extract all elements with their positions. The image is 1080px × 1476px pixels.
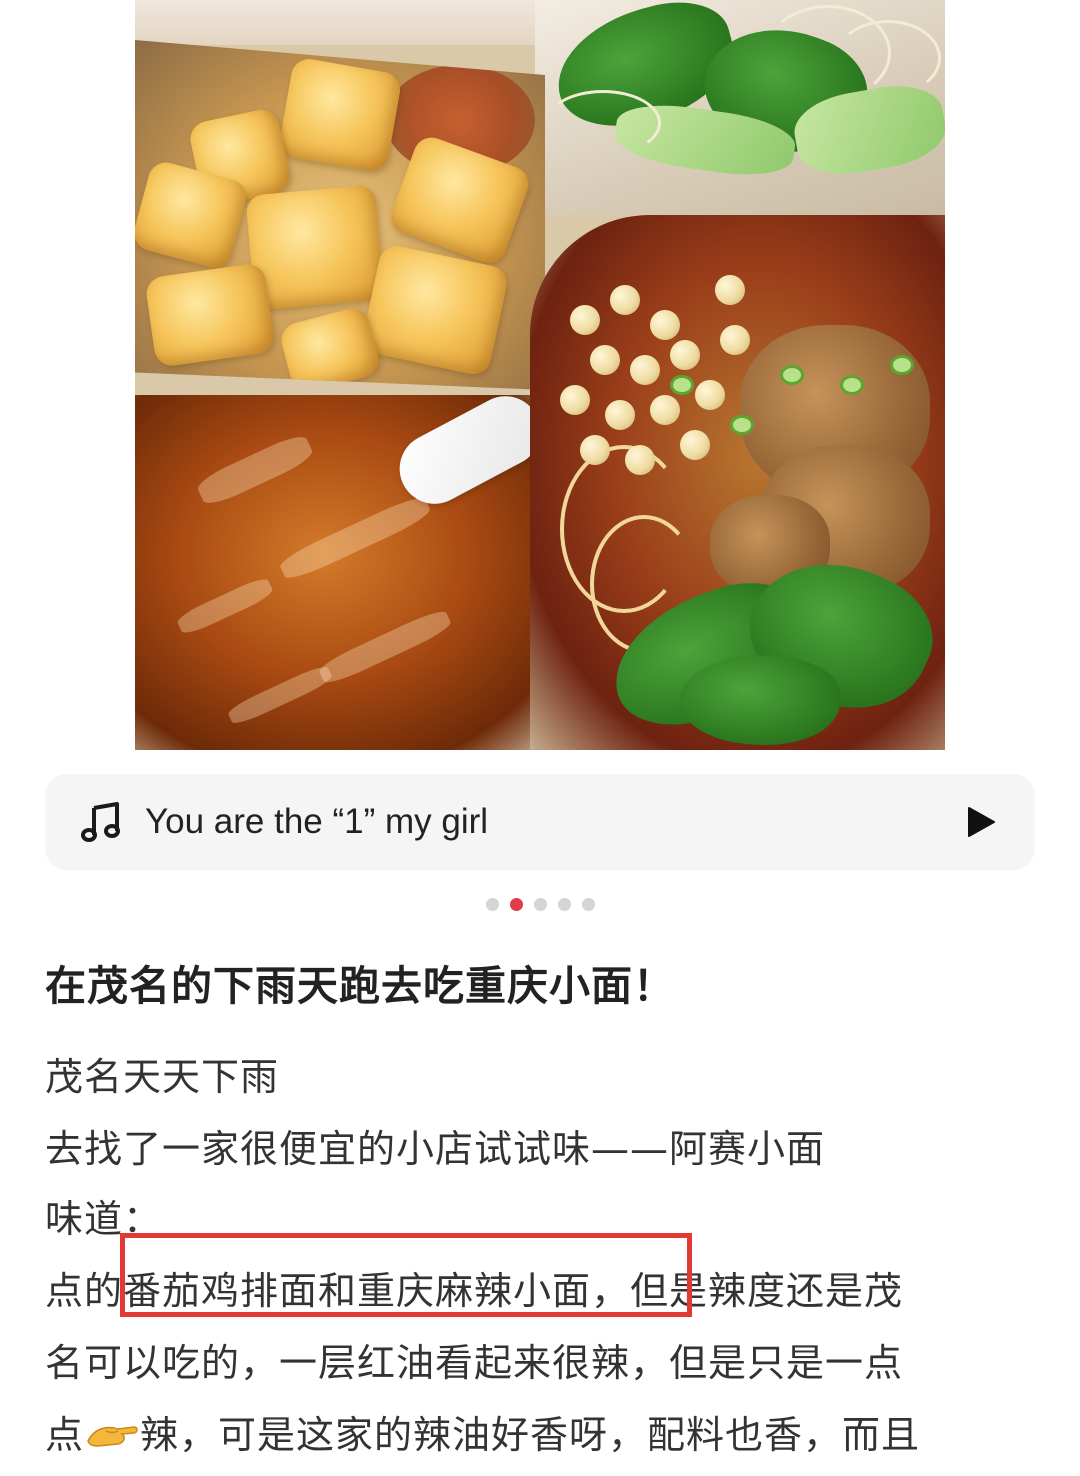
noodle-bowl-top-image [135,0,555,45]
chongqing-noodle-image [530,215,945,750]
carousel-indicator [0,898,1080,911]
carousel-dot[interactable] [485,898,499,911]
music-player-bar[interactable]: You are the “1” my girl [45,774,1035,870]
pinching-hand-icon [87,1425,138,1447]
carousel-dot-active[interactable] [509,898,523,911]
greens-bowl-image [535,0,945,215]
post-title: 在茂名的下雨天跑去吃重庆小面！ [45,962,675,1010]
fried-tofu-image [135,40,545,390]
post-body-line-1: 茂名天天下雨 [45,1055,280,1099]
post-body-text: 辣，可是这家的辣油好香呀，配料也香，而且 [140,1413,921,1457]
red-highlight-box [120,1233,692,1317]
music-title: You are the “1” my girl [145,802,489,841]
post-body-text: 点 [45,1413,85,1457]
post-body-text: 点的 [45,1269,124,1313]
carousel-dot[interactable] [557,898,571,911]
post-body-line-5: 名可以吃的，一层红油看起来很辣，但是只是一点 [45,1341,904,1385]
play-icon[interactable] [963,805,997,839]
music-note-icon [81,802,120,842]
carousel-dot[interactable] [581,898,595,911]
carousel-dot[interactable] [533,898,547,911]
post-body-line-2: 去找了一家很便宜的小店试试味——阿赛小面 [45,1127,826,1171]
brown-sugar-jelly-image [135,395,555,750]
post-body-line-6: 点 辣，可是这家的辣油好香呀，配料也香，而且 [45,1404,1045,1459]
post-photo[interactable] [135,0,945,750]
